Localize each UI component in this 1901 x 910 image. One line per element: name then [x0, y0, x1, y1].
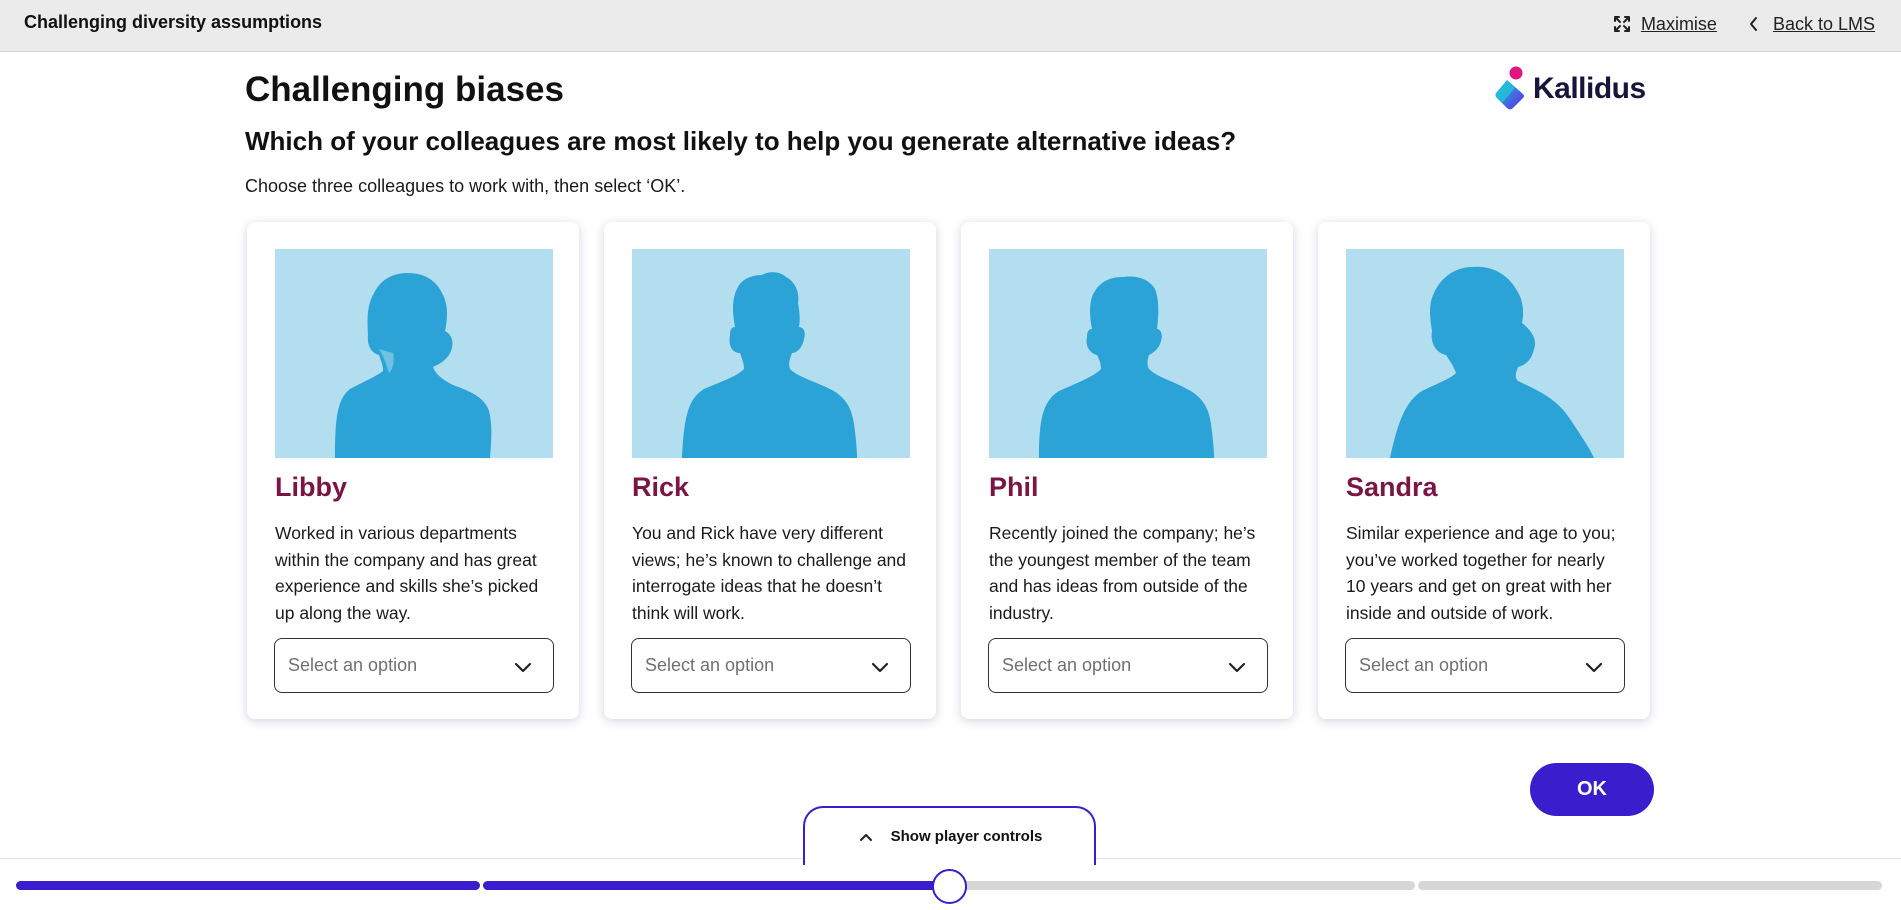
female-silhouette-icon: [335, 273, 492, 458]
colleague-select[interactable]: Select an option: [631, 638, 911, 693]
progress-segment[interactable]: [16, 881, 480, 890]
back-to-lms-label[interactable]: Back to LMS: [1773, 14, 1875, 35]
female-silhouette-icon: [1390, 266, 1594, 458]
expand-icon: [1611, 13, 1633, 35]
select-value: Select an option: [1359, 655, 1489, 675]
avatar: [632, 249, 910, 458]
colleague-card-phil: Phil Recently joined the company; he’s t…: [961, 222, 1293, 719]
colleague-description: You and Rick have very different views; …: [632, 523, 907, 623]
back-to-lms-link[interactable]: Back to LMS: [1743, 13, 1875, 35]
logo-wordmark: Kallidus: [1533, 72, 1646, 105]
ok-button[interactable]: OK: [1530, 763, 1654, 816]
chevron-up-icon: [859, 833, 872, 841]
colleague-name: Libby: [275, 472, 347, 502]
colleague-select[interactable]: Select an option: [1345, 638, 1625, 693]
colleague-description: Worked in various departments within the…: [275, 523, 539, 623]
top-bar: Challenging diversity assumptions Maximi…: [0, 0, 1901, 52]
chevron-down-icon: [1585, 662, 1603, 673]
progress-segment[interactable]: [1418, 881, 1882, 890]
instruction-text: Choose three colleagues to work with, th…: [245, 176, 686, 196]
kallidus-logo-mark: [1495, 66, 1524, 110]
avatar: [275, 249, 553, 458]
colleague-select[interactable]: Select an option: [274, 638, 554, 693]
select-value: Select an option: [288, 655, 418, 675]
show-player-controls-label: Show player controls: [890, 828, 1043, 845]
progress-bar: [0, 858, 1901, 910]
maximise-button[interactable]: Maximise: [1611, 13, 1717, 35]
progress-fill: [483, 881, 949, 890]
chevron-down-icon: [1228, 662, 1246, 673]
chevron-left-icon: [1743, 13, 1765, 35]
select-value: Select an option: [645, 655, 775, 675]
colleague-name: Rick: [632, 472, 690, 502]
select-value: Select an option: [1002, 655, 1132, 675]
top-bar-actions: Maximise Back to LMS: [1611, 13, 1875, 35]
question-heading: Which of your colleagues are most likely…: [245, 126, 1237, 156]
colleague-card-rick: Rick You and Rick have very different vi…: [604, 222, 936, 719]
male-silhouette-icon: [682, 272, 857, 458]
progress-fill: [16, 881, 480, 890]
colleague-card-sandra: Sandra Similar experience and age to you…: [1318, 222, 1650, 719]
colleague-card-libby: Libby Worked in various departments with…: [247, 222, 579, 719]
colleague-description: Similar experience and age to you; you’v…: [1346, 523, 1616, 623]
colleague-description: Recently joined the company; he’s the yo…: [989, 523, 1256, 623]
page-title: Challenging biases: [245, 70, 564, 109]
kallidus-logo: Kallidus: [1493, 66, 1646, 112]
progress-scrubber-handle[interactable]: [932, 869, 967, 904]
course-title: Challenging diversity assumptions: [24, 12, 323, 32]
avatar: [1346, 249, 1624, 458]
colleague-select[interactable]: Select an option: [988, 638, 1268, 693]
maximise-label[interactable]: Maximise: [1641, 14, 1717, 35]
chevron-down-icon: [871, 662, 889, 673]
show-player-controls-button[interactable]: Show player controls: [803, 806, 1096, 865]
chevron-down-icon: [514, 662, 532, 673]
male-silhouette-icon: [1039, 276, 1214, 458]
avatar: [989, 249, 1267, 458]
colleague-name: Sandra: [1346, 472, 1438, 502]
colleague-name: Phil: [989, 472, 1039, 502]
